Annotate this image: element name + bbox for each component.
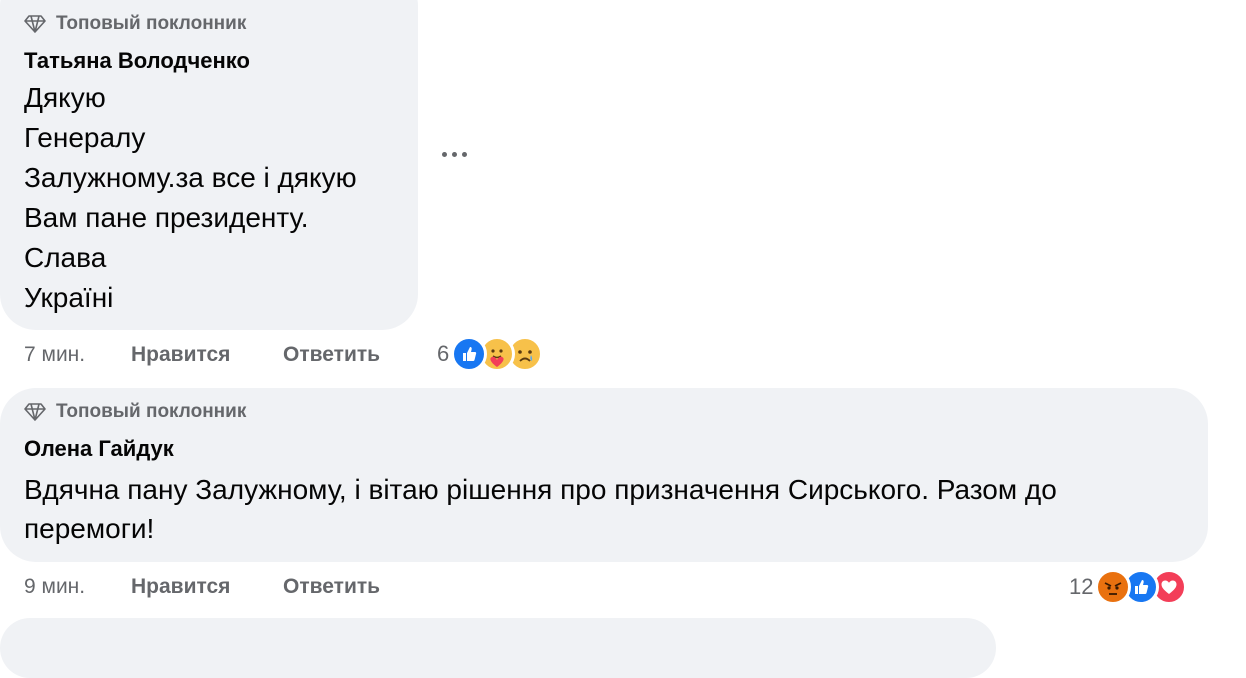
comment-bubble: Топовый поклонник Олена Гайдук Вдячна па… [0,388,1208,562]
comment-author[interactable]: Татьяна Володченко [24,48,394,74]
reaction-count: 6 [437,341,450,366]
dot-icon [452,152,457,157]
badge-label: Топовый поклонник [56,401,247,422]
comment-actions: 9 мин. Нравится Ответить [24,575,380,599]
diamond-icon [24,403,46,421]
comment-time[interactable]: 7 мин. [24,343,131,367]
comment-text: Вдячна пану Залужному, і вітаю рішення п… [24,474,1057,544]
comment-line: Генералу [24,122,146,153]
like-button[interactable]: Нравится [131,343,283,367]
top-fan-badge[interactable]: Топовый поклонник [24,400,1184,424]
reaction-summary[interactable]: 12 [1069,569,1188,605]
reply-button[interactable]: Ответить [283,575,380,599]
comment-author[interactable]: Олена Гайдук [24,436,1184,462]
comment-bubble [0,618,996,678]
comment-line: Залужному.за все і дякую [24,162,357,193]
like-icon [451,336,488,372]
dot-icon [462,152,467,157]
comment-time[interactable]: 9 мин. [24,575,131,599]
reply-button[interactable]: Ответить [283,343,380,367]
angry-icon [1095,569,1132,605]
dot-icon [442,152,447,157]
comment-line: Слава [24,242,107,273]
more-options-button[interactable] [442,152,467,157]
reaction-count: 12 [1069,574,1094,599]
comment-bubble: Топовый поклонник Татьяна Володченко Дяк… [0,0,418,330]
comment-text: Дякую Генералу Залужному.за все і дякую … [24,78,404,318]
diamond-icon [24,15,46,33]
reaction-summary[interactable]: 6 [437,336,544,372]
comment-line: Вам пане президенту. [24,202,309,233]
badge-label: Топовый поклонник [56,13,247,34]
top-fan-badge[interactable]: Топовый поклонник [24,12,394,36]
like-button[interactable]: Нравится [131,575,283,599]
comment-line: Дякую [24,82,106,113]
comment-actions: 7 мин. Нравится Ответить [24,343,380,367]
comment-line: Україні [24,282,114,313]
